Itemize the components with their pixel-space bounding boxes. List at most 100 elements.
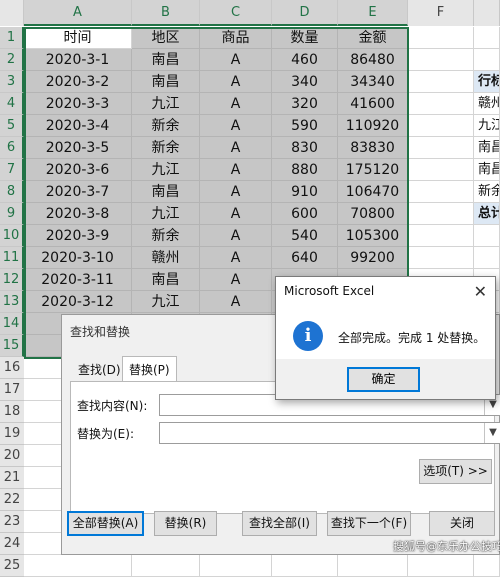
row-header[interactable]: 20 xyxy=(0,445,24,467)
table-cell-region[interactable]: 赣州 xyxy=(132,247,200,269)
row-header[interactable]: 24 xyxy=(0,533,24,555)
table-cell-time[interactable]: 2020-3-1 xyxy=(24,49,132,71)
table-cell-time[interactable]: 2020-3-9 xyxy=(24,225,132,247)
table-cell-time[interactable]: 2020-3-8 xyxy=(24,203,132,225)
tab-replace[interactable]: 替换(P) xyxy=(122,356,177,383)
row-header[interactable]: 13 xyxy=(0,291,24,313)
pivot-cell[interactable]: 赣州 xyxy=(474,93,500,115)
find-all-button[interactable]: 查找全部(I) xyxy=(242,511,317,536)
table-cell-amount[interactable]: 83830 xyxy=(338,137,408,159)
table-cell-amount[interactable]: 41600 xyxy=(338,93,408,115)
find-next-button[interactable]: 查找下一个(F) xyxy=(327,511,411,536)
table-cell-time[interactable]: 2020-3-6 xyxy=(24,159,132,181)
table-cell-region[interactable]: 九江 xyxy=(132,291,200,313)
table-cell-region[interactable]: 九江 xyxy=(132,203,200,225)
table-cell-amount[interactable]: 34340 xyxy=(338,71,408,93)
empty-cell[interactable] xyxy=(408,71,474,93)
options-button[interactable]: 选项(T) >> xyxy=(419,459,492,484)
table-cell-product[interactable]: A xyxy=(200,181,272,203)
table-cell-qty[interactable]: 600 xyxy=(272,203,338,225)
row-header[interactable]: 8 xyxy=(0,181,24,203)
row-header[interactable]: 14 xyxy=(0,313,24,335)
table-cell-region[interactable]: 九江 xyxy=(132,159,200,181)
table-cell-amount[interactable]: 106470 xyxy=(338,181,408,203)
table-cell-product[interactable]: A xyxy=(200,291,272,313)
table-cell-qty[interactable]: 830 xyxy=(272,137,338,159)
table-cell-product[interactable]: A xyxy=(200,269,272,291)
ok-button[interactable]: 确定 xyxy=(347,367,420,392)
table-cell-region[interactable]: 南昌 xyxy=(132,269,200,291)
table-cell-qty[interactable]: 910 xyxy=(272,181,338,203)
table-cell-qty[interactable]: 320 xyxy=(272,93,338,115)
column-header-e[interactable]: E xyxy=(338,0,408,26)
row-header[interactable]: 12 xyxy=(0,269,24,291)
replace-button[interactable]: 替换(R) xyxy=(154,511,217,536)
column-header-c[interactable]: C xyxy=(200,0,272,26)
table-cell-amount[interactable]: 105300 xyxy=(338,225,408,247)
row-header[interactable]: 3 xyxy=(0,71,24,93)
empty-cell[interactable] xyxy=(408,49,474,71)
empty-cell[interactable] xyxy=(408,247,474,269)
select-all-corner[interactable] xyxy=(0,0,24,26)
row-header[interactable]: 11 xyxy=(0,247,24,269)
empty-cell[interactable] xyxy=(408,203,474,225)
pivot-cell[interactable]: 南昌 xyxy=(474,137,500,159)
tab-find[interactable]: 查找(D) xyxy=(72,359,127,381)
empty-cell[interactable] xyxy=(474,49,500,71)
row-header[interactable]: 23 xyxy=(0,511,24,533)
empty-cell[interactable] xyxy=(338,555,408,577)
table-cell-product[interactable]: A xyxy=(200,49,272,71)
replace-with-input[interactable]: ▼ xyxy=(159,422,500,444)
table-cell-time[interactable]: 2020-3-7 xyxy=(24,181,132,203)
pivot-cell[interactable]: 行标 xyxy=(474,71,500,93)
pivot-cell[interactable]: 南昌 xyxy=(474,159,500,181)
row-header[interactable]: 18 xyxy=(0,401,24,423)
empty-cell[interactable] xyxy=(408,93,474,115)
empty-cell[interactable] xyxy=(408,555,474,577)
empty-cell[interactable] xyxy=(200,555,272,577)
table-cell-qty[interactable]: 540 xyxy=(272,225,338,247)
row-header[interactable]: 21 xyxy=(0,467,24,489)
pivot-cell[interactable]: 九江 xyxy=(474,115,500,137)
table-cell-time[interactable]: 2020-3-5 xyxy=(24,137,132,159)
empty-cell[interactable] xyxy=(408,181,474,203)
empty-cell[interactable] xyxy=(408,225,474,247)
empty-cell[interactable] xyxy=(132,555,200,577)
row-header[interactable]: 4 xyxy=(0,93,24,115)
table-cell-product[interactable]: A xyxy=(200,247,272,269)
row-header[interactable]: 6 xyxy=(0,137,24,159)
table-cell-time[interactable]: 2020-3-12 xyxy=(24,291,132,313)
row-header[interactable]: 22 xyxy=(0,489,24,511)
row-header[interactable]: 2 xyxy=(0,49,24,71)
table-cell-time[interactable]: 2020-3-11 xyxy=(24,269,132,291)
empty-cell[interactable] xyxy=(474,225,500,247)
table-cell-region[interactable]: 新余 xyxy=(132,115,200,137)
table-cell-region[interactable]: 南昌 xyxy=(132,181,200,203)
empty-cell[interactable] xyxy=(474,555,500,577)
close-button[interactable]: 关闭 xyxy=(429,511,495,536)
row-header[interactable]: 15 xyxy=(0,335,24,357)
row-header[interactable]: 1 xyxy=(0,27,24,49)
table-cell-product[interactable]: A xyxy=(200,71,272,93)
table-cell-amount[interactable]: 86480 xyxy=(338,49,408,71)
table-cell-region[interactable]: 南昌 xyxy=(132,49,200,71)
table-cell-time[interactable]: 2020-3-3 xyxy=(24,93,132,115)
table-cell-product[interactable]: A xyxy=(200,93,272,115)
table-cell-qty[interactable]: 590 xyxy=(272,115,338,137)
table-cell-region[interactable]: 新余 xyxy=(132,225,200,247)
table-cell-amount[interactable]: 70800 xyxy=(338,203,408,225)
table-cell-amount[interactable]: 99200 xyxy=(338,247,408,269)
table-cell-product[interactable]: A xyxy=(200,137,272,159)
empty-cell[interactable] xyxy=(408,159,474,181)
pivot-cell[interactable]: 总计 xyxy=(474,203,500,225)
table-cell-time[interactable]: 2020-3-4 xyxy=(24,115,132,137)
header-cell-qty[interactable]: 数量 xyxy=(272,27,338,49)
table-cell-qty[interactable]: 460 xyxy=(272,49,338,71)
row-header[interactable]: 5 xyxy=(0,115,24,137)
row-header[interactable]: 16 xyxy=(0,357,24,379)
column-header-f[interactable]: F xyxy=(408,0,474,26)
row-header[interactable]: 9 xyxy=(0,203,24,225)
table-cell-region[interactable]: 南昌 xyxy=(132,71,200,93)
pivot-cell[interactable]: 新余 xyxy=(474,181,500,203)
row-header[interactable]: 10 xyxy=(0,225,24,247)
